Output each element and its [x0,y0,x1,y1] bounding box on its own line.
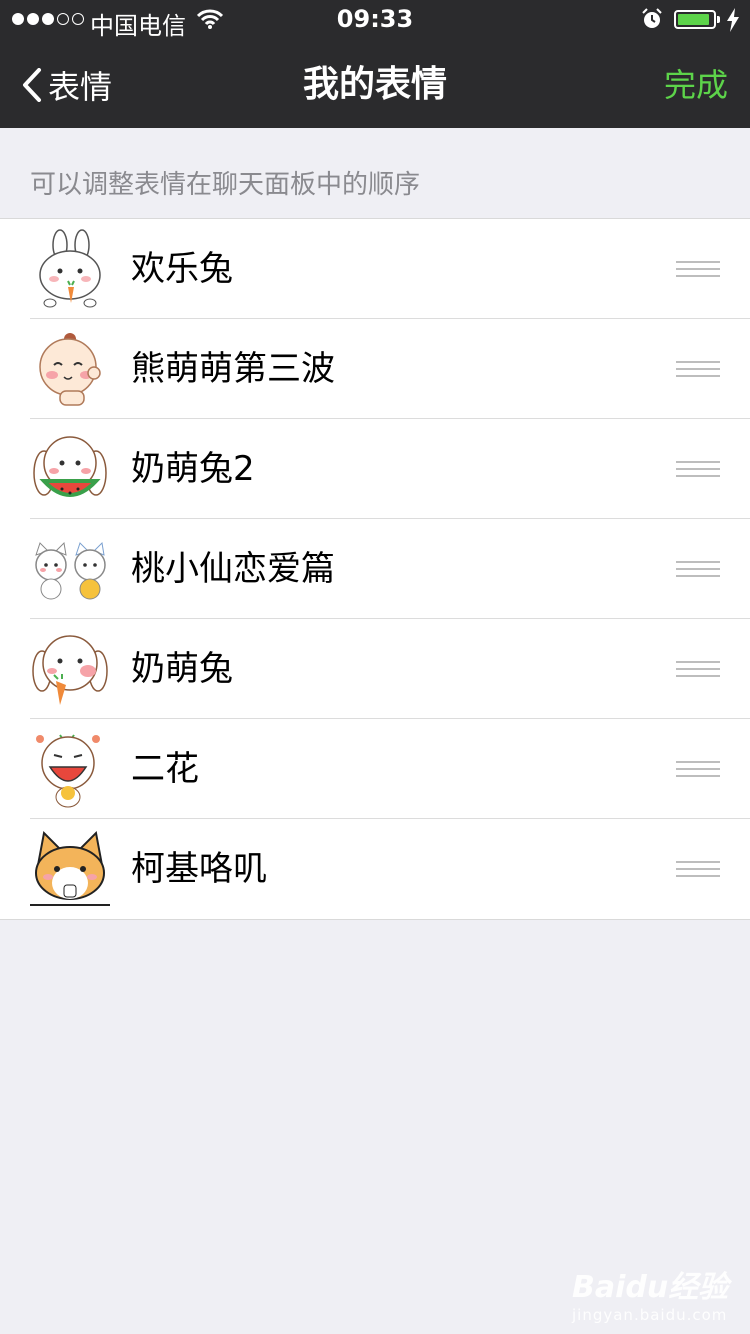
sticker-name: 奶萌兔 [131,649,233,689]
battery-icon [674,10,716,29]
crying-girl-sticker-icon [36,734,100,808]
bunny-carrot-sticker-icon [39,229,101,308]
list-item[interactable]: 熊萌萌第三波 [0,319,750,419]
bunny-watermelon-sticker-icon [33,436,107,497]
status-time: 09:33 [336,5,414,33]
list-item[interactable]: 桃小仙恋爱篇 [0,519,750,619]
charging-icon [727,8,739,32]
list-item[interactable]: 奶萌兔 [0,619,750,719]
page-title: 我的表情 [302,64,447,105]
baby-sticker-icon [39,333,101,406]
corgi-sticker-icon [30,830,110,906]
battery-level [678,14,709,25]
sticker-name: 柯基咯叽 [131,849,267,889]
drag-handle-icon[interactable] [676,661,720,677]
list-item[interactable]: 欢乐兔 [0,219,750,319]
sticker-name: 欢乐兔 [131,249,233,289]
reorder-hint: 可以调整表情在聊天面板中的顺序 [30,170,421,200]
sticker-name: 奶萌兔2 [131,449,255,489]
drag-handle-icon[interactable] [676,261,720,277]
done-button[interactable]: 完成 [664,60,728,110]
list-item[interactable]: 奶萌兔2 [0,419,750,519]
battery-cap [717,16,720,23]
drag-handle-icon[interactable] [676,861,720,877]
cat-couple-sticker-icon [35,541,106,600]
sticker-name: 熊萌萌第三波 [131,349,335,389]
sticker-name: 二花 [131,749,199,789]
status-bar: 中国电信 09:33 [0,0,750,40]
list-item[interactable]: 柯基咯叽 [0,819,750,919]
drag-handle-icon[interactable] [676,461,720,477]
list-item[interactable]: 二花 [0,719,750,819]
sticker-list: 欢乐兔 熊萌萌第三波 奶萌兔2 桃小仙恋爱篇 奶萌兔 二花 柯基咯叽 [0,218,750,920]
bunny-eating-sticker-icon [32,635,108,705]
watermark-sub: jingyan.baidu.com [572,1306,728,1324]
watermark-main: Baidu经验 [572,1270,729,1305]
navigation-bar: 中国电信 09:33 表情 我的表情 完成 [0,0,750,128]
sticker-name: 桃小仙恋爱篇 [131,549,335,589]
alarm-icon [642,8,662,28]
drag-handle-icon[interactable] [676,761,720,777]
drag-handle-icon[interactable] [676,561,720,577]
drag-handle-icon[interactable] [676,361,720,377]
baidu-watermark: Baidu经验 jingyan.baidu.com [572,1262,728,1324]
